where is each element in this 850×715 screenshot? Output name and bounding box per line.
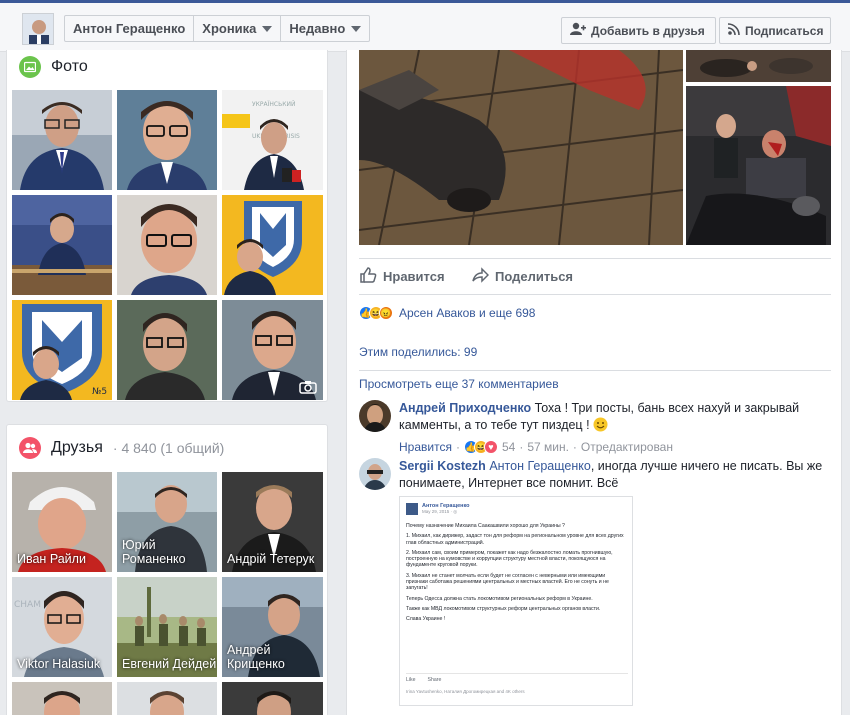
friend-tile[interactable]: Иван Райли [12,472,112,572]
embed-paragraph: Почему назначение Михаила Саакашвили хор… [406,523,565,529]
add-friend-button[interactable]: Добавить в друзья [561,17,716,44]
photo-thumbnail[interactable] [117,300,217,400]
comment-time[interactable]: 57 мин. [527,439,569,455]
nav-timeline-dropdown[interactable]: Хроника [194,16,282,41]
photo-thumbnail[interactable] [12,90,112,190]
embed-like: Like [406,677,416,683]
reactions-text[interactable]: Арсен Аваков и еще 698 [399,306,535,320]
friend-tile[interactable]: Андрей Крищенко [222,577,323,677]
divider [359,370,831,371]
embed-paragraph: Теперь Одесса должна стать локомотивом р… [406,595,593,602]
photo-thumbnail[interactable] [117,195,217,295]
friend-tile[interactable] [12,682,112,715]
embed-share: Share [427,677,442,683]
post-photo-main[interactable] [359,50,683,245]
friend-name[interactable]: Андрій Тетерук [227,552,314,566]
comment-attached-image[interactable]: Антон Геращенко May 29, 2015 · ◎ Почему … [399,496,633,706]
friend-tile[interactable]: CHAM Viktor Halasiuk [12,577,112,677]
friend-name[interactable]: Viktor Halasiuk [17,657,100,671]
commenter-avatar[interactable] [359,400,391,432]
camera-icon [299,380,317,394]
nav-recent-dropdown[interactable]: Недавно [281,16,369,41]
commenter-avatar[interactable] [359,458,391,490]
comment-mention[interactable]: Антон Геращенко [489,459,591,473]
profile-avatar[interactable] [22,13,54,45]
comment-author[interactable]: Андрей Приходченко [399,401,531,415]
friend-tile[interactable]: Андрій Тетерук [222,472,323,572]
profile-nav: Антон Геращенко Хроника Недавно [64,15,371,42]
photo-thumbnail[interactable]: №5 [12,300,112,400]
friends-card-title[interactable]: Друзья · 4 840 (1 общий) [19,437,224,459]
friends-count: · 4 840 (1 общий) [112,440,225,456]
comment-reaction-count[interactable]: 54 [502,439,515,455]
photo-thumbnail[interactable] [222,195,323,295]
embed-reactions: Irina Yavtushenko, Наталия Дрогомирецкая… [406,689,525,694]
comment-reactions[interactable]: 👍 😆 ♥ [463,440,498,454]
embed-paragraph: 1. Михаил, как дирижер, задаст тон для р… [406,533,624,546]
nav-profile-name[interactable]: Антон Геращенко [65,16,195,41]
post-photo-side[interactable] [686,86,831,245]
like-button[interactable]: Нравится [359,266,445,287]
friends-icon [19,437,41,459]
embed-actions: Like Share [406,673,628,683]
post-card: Нравится Поделиться 👍 😆 😠 Арсен Аваков и… [346,50,842,715]
photo-thumbnail[interactable] [117,90,217,190]
friend-tile[interactable]: Евгений Дейдей [117,577,217,677]
add-friend-icon [570,22,586,39]
embed-body: Почему назначение Михаила Саакашвили хор… [406,523,628,627]
embed-date: May 29, 2015 · ◎ [422,509,458,515]
embed-paragraph: 3. Михаил не станет молчать если будет н… [406,572,609,592]
photo-thumbnail[interactable]: УКРАЇНСЬКИЙUKRAINE CRISIS [222,90,323,190]
reactions-summary[interactable]: 👍 😆 😠 Арсен Аваков и еще 698 [359,306,535,320]
chevron-down-icon [262,25,273,32]
friend-tile[interactable] [117,682,217,715]
photo-thumbnail[interactable] [222,300,323,400]
svg-text:№5: №5 [92,387,107,397]
friend-name[interactable]: Иван Райли [17,552,86,566]
photos-card-title[interactable]: Фото [19,56,88,78]
share-arrow-icon [471,266,490,287]
photos-icon [19,56,41,78]
subscribe-button[interactable]: Подписаться [719,17,831,44]
love-reaction-icon: ♥ [483,440,498,454]
rss-icon [727,23,740,38]
svg-text:УКРАЇНСЬКИЙ: УКРАЇНСЬКИЙ [252,101,295,108]
embed-paragraph: Также как МВД локомотивом структурных ре… [406,605,601,612]
angry-reaction-icon: 😠 [379,306,393,320]
svg-text:CHAM: CHAM [14,600,41,610]
friend-name[interactable]: Андрей Крищенко [227,643,323,671]
view-more-comments-link[interactable]: Просмотреть еще 37 комментариев [359,377,559,391]
friend-tile[interactable]: Юрий Романенко [117,472,217,572]
smile-emoji-icon [593,417,608,437]
thumbs-up-icon [359,266,377,287]
profile-header: Антон Геращенко Хроника Недавно Добавить… [0,0,850,52]
comment-like-link[interactable]: Нравится [399,439,452,455]
friend-name[interactable]: Юрий Романенко [122,538,217,566]
divider [359,294,831,295]
embed-paragraph: Слава Украине ! [406,616,446,623]
friend-tile[interactable] [222,682,323,715]
chevron-down-icon [351,25,362,32]
photo-thumbnail[interactable] [12,195,112,295]
friend-name[interactable]: Евгений Дейдей [122,657,216,671]
embed-avatar [406,503,418,516]
comment: Андрей Приходченко Тоха ! Три посты, бан… [359,400,831,454]
share-button[interactable]: Поделиться [471,266,573,287]
divider [359,258,831,259]
post-photo-side[interactable] [686,50,831,82]
embed-paragraph: 2. Михаил сам, своим примером, покажет к… [406,549,613,569]
comment-author[interactable]: Sergii Kostezh [399,459,486,473]
shares-count[interactable]: Этим поделились: 99 [359,345,477,359]
comment-edited: Отредактирован [580,440,673,454]
